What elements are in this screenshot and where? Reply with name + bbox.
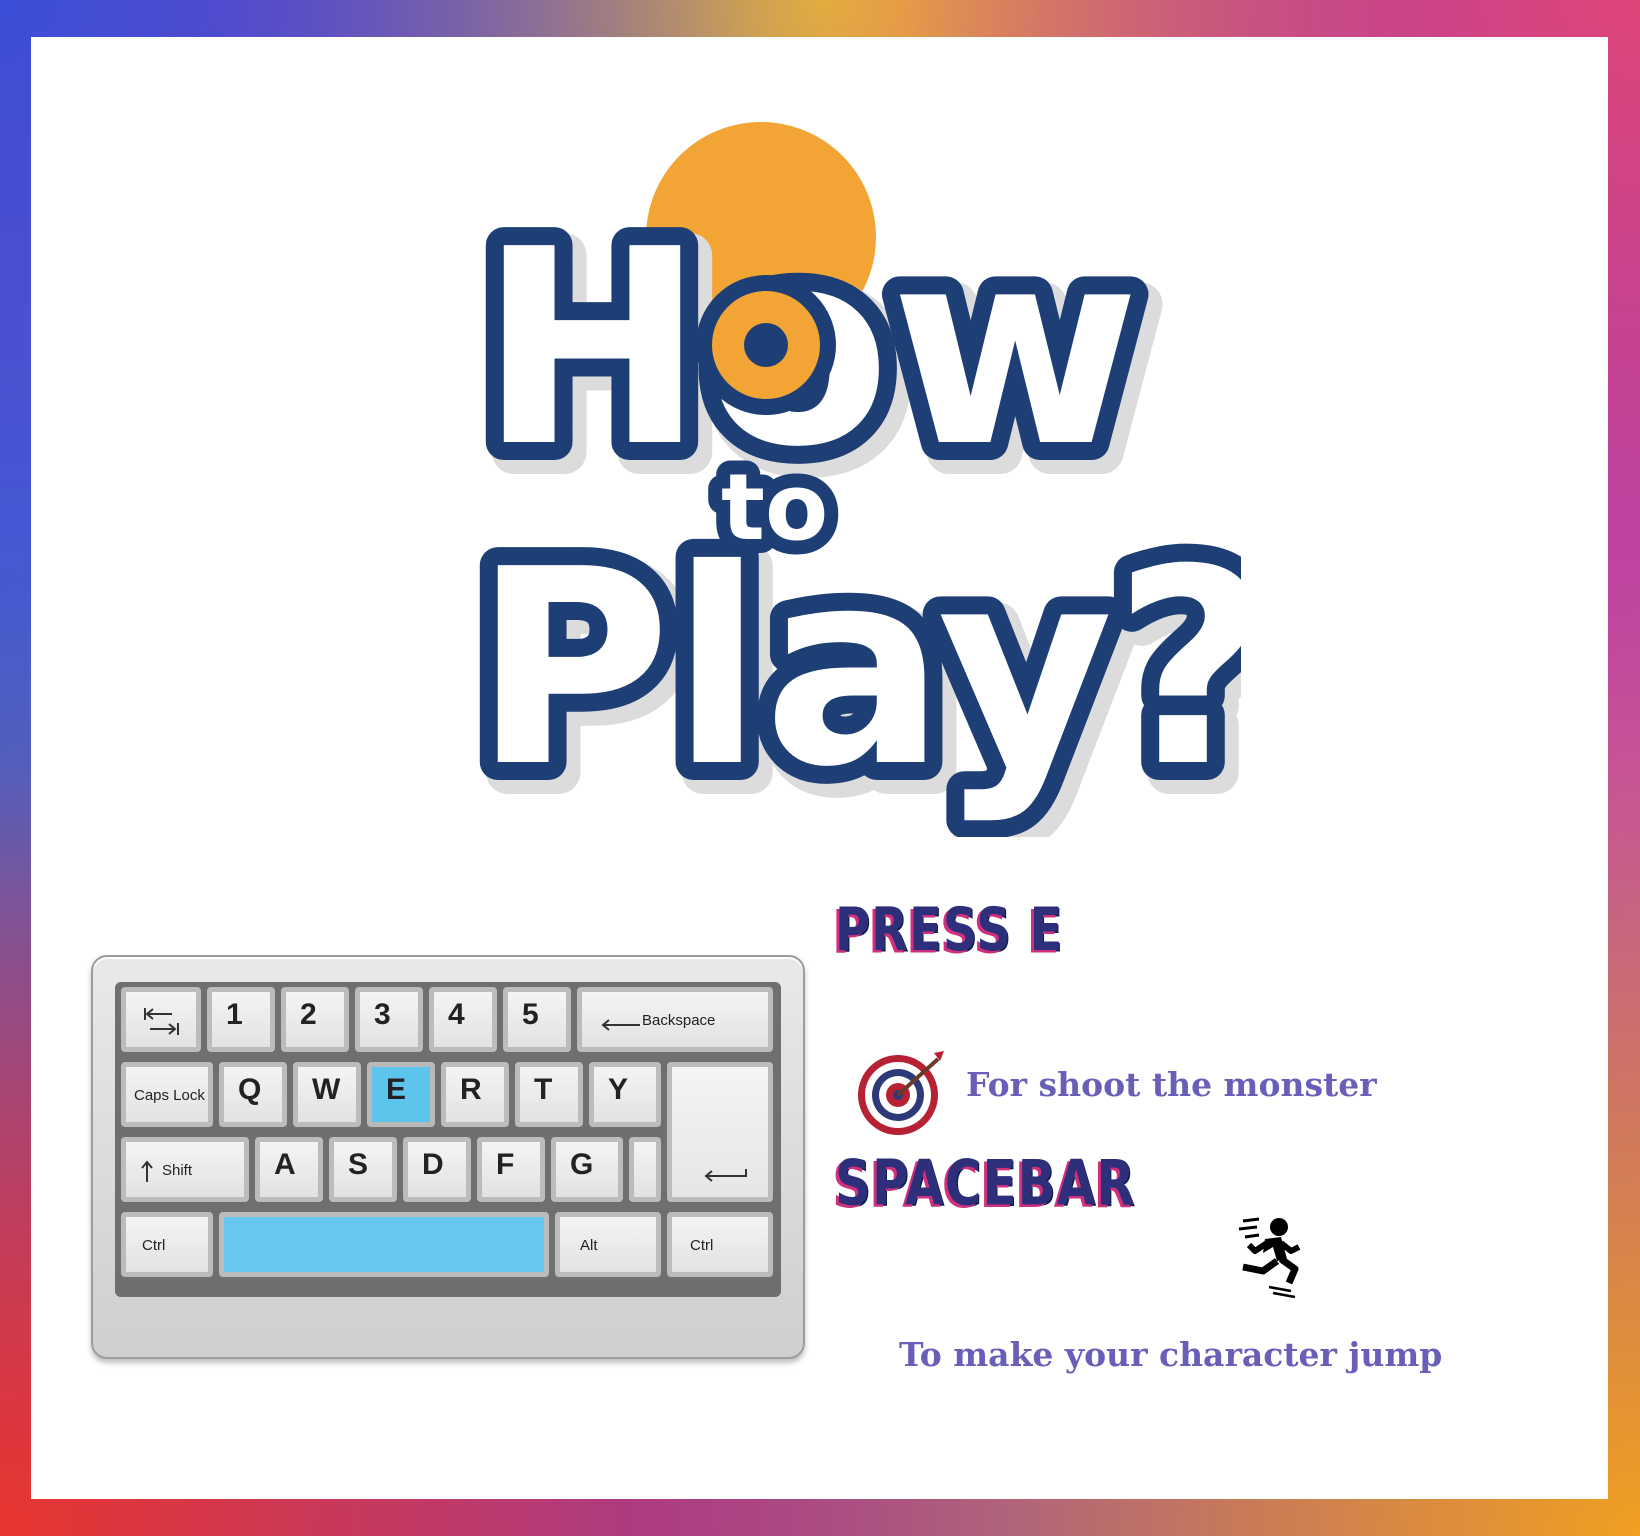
key-label: 4	[448, 998, 465, 1031]
tab-icon	[144, 1008, 179, 1035]
key-backspace: Backspace	[577, 987, 773, 1052]
key-label: E	[386, 1073, 407, 1106]
logo-to-text: to	[721, 454, 828, 561]
target-icon	[858, 1051, 944, 1135]
key-enter	[667, 1062, 773, 1202]
key-4: 4	[429, 987, 497, 1052]
spacebar-description: To make your character jump	[899, 1335, 1443, 1374]
key-w: W	[293, 1062, 361, 1127]
key-ctrl-right: Ctrl	[667, 1212, 773, 1277]
key-label: Caps Lock	[134, 1087, 205, 1104]
how-to-play-logo: .lg { font-family: "DejaVu Sans", sans-s…	[461, 77, 1241, 837]
key-q: Q	[219, 1062, 287, 1127]
key-label: Backspace	[642, 1012, 716, 1029]
enter-icon	[704, 1169, 747, 1182]
key-label: Y	[608, 1073, 629, 1106]
logo-play-text: Play?	[473, 511, 1241, 826]
key-label: A	[274, 1148, 296, 1181]
key-r: R	[441, 1062, 509, 1127]
key-5: 5	[503, 987, 571, 1052]
key-label: S	[348, 1148, 369, 1181]
key-label: F	[496, 1148, 515, 1181]
key-3: 3	[355, 987, 423, 1052]
press-e-description: For shoot the monster	[966, 1065, 1377, 1104]
key-caps-lock: Caps Lock	[121, 1062, 213, 1127]
key-label: R	[460, 1073, 482, 1106]
key-e-highlighted: E	[367, 1062, 435, 1127]
key-a: A	[255, 1137, 323, 1202]
spacebar-heading: SPACEBAR	[835, 1147, 1136, 1220]
key-label: T	[534, 1073, 553, 1106]
key-label: W	[312, 1073, 341, 1106]
key-label: G	[570, 1148, 594, 1181]
arrow-left-icon	[601, 1019, 640, 1031]
running-person-icon	[1238, 1217, 1301, 1298]
how-to-play-card: .lg { font-family: "DejaVu Sans", sans-s…	[31, 37, 1608, 1499]
logo-o-center	[744, 323, 788, 367]
key-g: G	[551, 1137, 623, 1202]
key-ctrl-left: Ctrl	[121, 1212, 213, 1277]
key-y: Y	[589, 1062, 661, 1127]
key-label: 3	[374, 998, 391, 1031]
key-s: S	[329, 1137, 397, 1202]
key-1: 1	[207, 987, 275, 1052]
press-e-heading: PRESS E	[835, 895, 1064, 965]
key-label: Alt	[580, 1237, 598, 1254]
keyboard-illustration: 1 2 3 4 5 Backspace Caps Lock Q W E R T …	[91, 955, 805, 1359]
key-2: 2	[281, 987, 349, 1052]
key-label: Ctrl	[142, 1237, 166, 1254]
key-label: 1	[226, 998, 243, 1031]
keyboard-keys-area: 1 2 3 4 5 Backspace Caps Lock Q W E R T …	[115, 982, 781, 1297]
key-label: 5	[522, 998, 539, 1031]
key-spacebar-highlighted	[219, 1212, 549, 1277]
key-label: Q	[238, 1073, 262, 1106]
key-label: Shift	[162, 1162, 193, 1179]
key-d: D	[403, 1137, 471, 1202]
key-blank	[629, 1137, 661, 1202]
key-shift: Shift	[121, 1137, 249, 1202]
key-label: 2	[300, 998, 317, 1031]
key-alt: Alt	[555, 1212, 661, 1277]
key-tab	[121, 987, 201, 1052]
key-label: D	[422, 1148, 444, 1181]
arrow-up-icon	[141, 1160, 153, 1182]
key-label: Ctrl	[690, 1237, 714, 1254]
key-f: F	[477, 1137, 545, 1202]
key-t: T	[515, 1062, 583, 1127]
